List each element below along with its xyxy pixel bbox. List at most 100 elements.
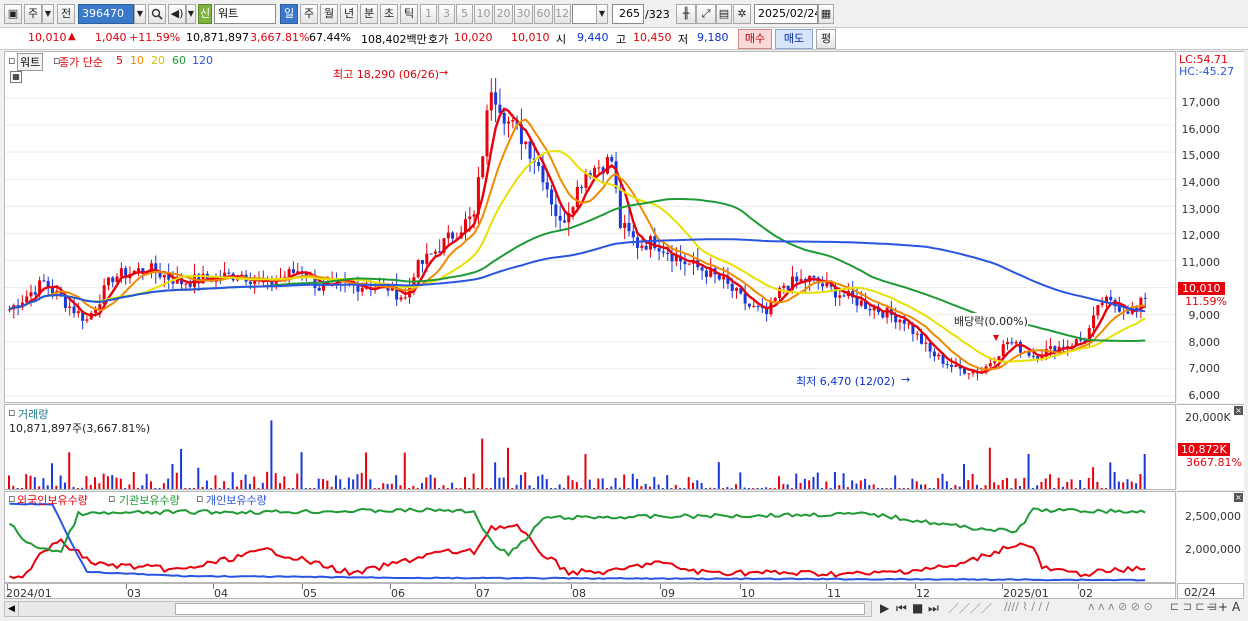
volume-bar [967,480,970,489]
period-year-tab[interactable]: 년 [340,4,358,24]
candle-body [1109,296,1113,300]
scrollbar-thumb[interactable] [175,603,865,615]
volume-bar [72,486,75,489]
type-select[interactable]: 주 [24,4,42,24]
save-icon[interactable]: ▤ [716,4,732,24]
count-input[interactable]: 265 [612,4,644,24]
volume-bar [68,452,71,489]
drawing-tools-icon[interactable]: ∕∕∕∕ ⌇ ∕ ∕ ∕ [1004,600,1049,613]
volume-bar [1031,487,1034,489]
stock-name-field[interactable]: 워트 [214,4,276,24]
sell-button[interactable]: 매도 [775,29,813,49]
volume-bar [636,478,639,489]
candle-body [773,298,777,302]
volume-bar [932,488,935,489]
scroll-left-icon[interactable]: ◀ [5,602,19,616]
volume-bar [562,487,565,489]
interval-10-button[interactable]: 10 [474,4,493,24]
volume-bar [8,475,10,489]
chevron-down-icon[interactable]: ▼ [186,4,196,24]
period-week-tab[interactable]: 주 [300,4,318,24]
period-month-tab[interactable]: 월 [320,4,338,24]
interval-60-button[interactable]: 60 [534,4,553,24]
date-input[interactable]: 2025/02/24 [754,4,818,24]
zoom-in-icon[interactable]: + [1218,600,1228,614]
new-listing-badge: 신 [198,4,212,24]
search-icon[interactable] [148,4,166,24]
period-tick-tab[interactable]: 틱 [400,4,418,24]
stock-code-input[interactable]: 396470 [78,4,134,24]
trade-amount: 108,402백만 [361,33,427,46]
speaker-icon[interactable]: ◀) [168,4,186,24]
play-icon[interactable]: ▶ [880,601,889,615]
zoom-out-icon[interactable]: − [1206,600,1216,614]
volume-bar [889,488,892,489]
chevron-down-icon[interactable]: ▼ [134,4,146,24]
close-icon[interactable]: × [1234,493,1243,502]
candle-body [85,319,89,321]
panel-handle-icon[interactable]: ▫ [8,406,15,419]
stock-name-tag[interactable]: 워트 [17,53,44,71]
high-price: 10,450 [633,31,672,44]
period-minute-tab[interactable]: 분 [360,4,378,24]
layout-icon[interactable]: ▣ [4,4,22,24]
interval-5-button[interactable]: 5 [456,4,473,24]
close-icon[interactable]: × [1234,406,1243,415]
grid-table-icon[interactable]: ▦ [10,71,22,83]
chevron-down-icon[interactable]: ▼ [596,4,608,24]
price-panel[interactable]: ▫ 워트 ▫ 종가 단순 5 10 20 60 120 ▦ 최고 18,290 … [4,51,1176,403]
period-day-tab[interactable]: 일 [280,4,298,24]
horizontal-scrollbar[interactable]: ◀ [4,601,872,617]
volume-bar [1083,488,1086,489]
interval-20-button[interactable]: 20 [494,4,513,24]
period-second-tab[interactable]: 초 [380,4,398,24]
volume-bar [399,485,402,489]
stop-icon[interactable]: ■ [912,601,923,615]
volume-ratio: 3,667.81% [250,31,310,44]
interval-30-button[interactable]: 30 [514,4,533,24]
candle-body [722,276,726,280]
font-size-icon[interactable]: A [1232,600,1240,614]
interval-120-button[interactable]: 120 [554,4,571,24]
chevron-down-icon[interactable]: ▼ [42,4,54,24]
candle-body [842,295,846,297]
indicator-add-icon[interactable]: ⤢ [696,4,716,24]
y-tick-label: 12,000 [1181,229,1221,242]
interval-3-button[interactable]: 3 [438,4,455,24]
volume-panel[interactable]: ▫ 거래량 10,871,897주(3,667.81%) [4,404,1176,490]
volume-bar [769,488,772,489]
panel-handle-icon[interactable]: ▫ [8,54,15,67]
rewind-icon[interactable]: ⏮ [896,601,907,616]
volume-bar [326,480,329,489]
prev-button[interactable]: 전 [57,4,75,24]
candle-toggle-icon[interactable]: ╫ [676,4,696,24]
drawing-line-icon[interactable]: ／／／／ [948,600,992,616]
y-tick-label: 15,000 [1181,149,1221,162]
open-price: 9,440 [577,31,609,44]
panel-handle-icon[interactable]: ▫ [8,492,15,505]
y-tick-label: 17,000 [1181,96,1221,109]
y-tick-label: 11,000 [1181,256,1221,269]
candle-body [416,260,420,278]
volume-bar [244,474,247,489]
gear-icon[interactable]: ✲ [733,4,751,24]
eval-button[interactable]: 평 [816,29,836,49]
y-tick-label: 9,000 [1188,309,1221,322]
calendar-icon[interactable]: ▦ [818,4,834,24]
candle-body [881,312,885,318]
volume-bar [459,488,462,489]
interval-1-button[interactable]: 1 [420,4,437,24]
volume-bar [429,474,432,489]
shape-tools-icon[interactable]: ʌ ʌ ʌ ⊘ ⊘ ⊙ [1088,600,1153,613]
holding-panel[interactable]: ▫ 외국인보유수량 ▫ 기관보유수량 ▫ 개인보유수량 [4,491,1176,583]
candle-body [920,333,923,344]
buy-button[interactable]: 매수 [738,29,772,49]
volume-bar [149,481,152,489]
candle-body [580,186,584,188]
volume-bar [605,488,608,489]
current-pct-tag: 11.59% [1185,295,1227,308]
volume-bar [648,486,651,489]
volume-bar [1061,486,1064,489]
ma-20-label: 20 [151,54,165,67]
fast-forward-icon[interactable]: ⏭ [928,601,939,616]
